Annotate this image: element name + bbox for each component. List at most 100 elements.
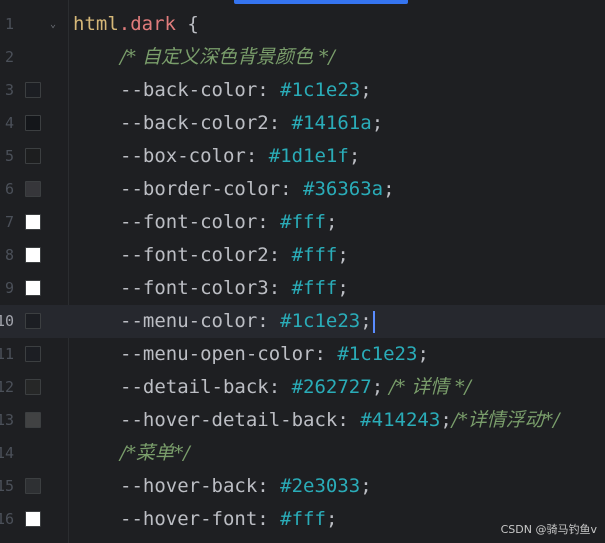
selector-class: dark: [130, 13, 176, 35]
code-line[interactable]: 11 --menu-open-color: #1c1e23;: [0, 338, 605, 371]
code-line[interactable]: 6 --border-color: #36363a;: [0, 173, 605, 206]
code-line[interactable]: 5 --box-color: #1d1e1f;: [0, 140, 605, 173]
code-line[interactable]: 15 --hover-back: #2e3033;: [0, 470, 605, 503]
css-value: #1d1e1f: [268, 145, 349, 167]
line-number: 4: [4, 114, 14, 132]
color-swatch-icon[interactable]: [25, 148, 41, 164]
code-line[interactable]: 10 --menu-color: #1c1e23;: [0, 305, 605, 338]
css-value: #fff: [291, 277, 338, 299]
css-property: --hover-detail-back: [120, 409, 338, 431]
code-editor[interactable]: 1 ⌄ html.dark {2/* 自定义深色背景颜色 */ 3 --back-col…: [0, 0, 605, 543]
color-swatch-icon[interactable]: [25, 280, 41, 296]
semicolon: ;: [371, 376, 384, 398]
line-number: 12: [0, 378, 14, 396]
line-number: 5: [4, 147, 14, 165]
css-property: --back-color: [120, 79, 258, 101]
colon: :: [314, 343, 338, 365]
color-swatch-icon[interactable]: [25, 115, 41, 131]
color-swatch-icon[interactable]: [25, 313, 41, 329]
code-line[interactable]: 9 --font-color3: #fff;: [0, 272, 605, 305]
css-value: #14161a: [291, 112, 372, 134]
line-number: 15: [0, 477, 14, 495]
css-property: --border-color: [120, 178, 281, 200]
semicolon: ;: [360, 475, 372, 497]
colon: :: [268, 376, 292, 398]
code-line[interactable]: 3 --back-color: #1c1e23;: [0, 74, 605, 107]
css-value: #fff: [280, 508, 326, 530]
colon: :: [268, 112, 292, 134]
code-text[interactable]: --box-color: #1d1e1f;: [73, 140, 360, 173]
color-swatch-icon[interactable]: [25, 181, 41, 197]
colon: :: [257, 508, 281, 530]
color-swatch-icon[interactable]: [25, 247, 41, 263]
line-number: 3: [4, 81, 14, 99]
css-value: #414243: [360, 409, 441, 431]
code-line[interactable]: 14 /*菜单*/: [0, 437, 605, 470]
semicolon: ;: [325, 211, 338, 233]
line-number: 11: [0, 345, 14, 363]
color-swatch-icon[interactable]: [25, 82, 41, 98]
semicolon: ;: [371, 112, 384, 134]
code-text[interactable]: --menu-open-color: #1c1e23;: [73, 338, 429, 371]
color-swatch-icon[interactable]: [25, 511, 41, 527]
code-text[interactable]: --back-color2: #14161a;: [73, 107, 383, 140]
code-text[interactable]: --detail-back: #262727; /* 详情 */: [73, 371, 471, 404]
css-property: --font-color: [120, 211, 258, 233]
color-swatch-icon[interactable]: [25, 412, 41, 428]
color-swatch-icon[interactable]: [25, 346, 41, 362]
css-value: #1c1e23: [337, 343, 418, 365]
line-number: 7: [4, 213, 14, 231]
code-comment: /*菜单*/: [120, 442, 190, 464]
css-value: #1c1e23: [280, 79, 361, 101]
semicolon: ;: [325, 508, 338, 530]
code-line[interactable]: 4 --back-color2: #14161a;: [0, 107, 605, 140]
code-text[interactable]: /*菜单*/: [73, 437, 190, 470]
code-text[interactable]: --hover-font: #fff;: [73, 503, 337, 536]
code-text[interactable]: --font-color3: #fff;: [73, 272, 349, 305]
line-number: 10: [0, 312, 14, 330]
code-line[interactable]: 1 ⌄ html.dark {: [0, 8, 605, 41]
css-value: #fff: [291, 244, 338, 266]
css-property: --font-color2: [120, 244, 269, 266]
line-number: 6: [4, 180, 14, 198]
line-number: 14: [0, 444, 14, 462]
code-text[interactable]: /* 自定义深色背景颜色 */: [73, 41, 335, 74]
code-text[interactable]: --hover-detail-back: #414243;/*详情浮动*/: [73, 404, 560, 437]
code-comment: /* 自定义深色背景颜色 */: [120, 46, 335, 68]
line-number: 16: [0, 510, 14, 528]
fold-chevron-icon[interactable]: ⌄: [50, 20, 59, 30]
css-property: --box-color: [120, 145, 246, 167]
code-line[interactable]: 12 --detail-back: #262727; /* 详情 */: [0, 371, 605, 404]
code-text[interactable]: --font-color: #fff;: [73, 206, 337, 239]
code-comment: /*详情浮动*/: [451, 409, 560, 431]
css-value: #262727: [291, 376, 372, 398]
code-line[interactable]: 7 --font-color: #fff;: [0, 206, 605, 239]
semicolon: ;: [337, 244, 349, 266]
code-line[interactable]: 13 --hover-detail-back: #414243;/*详情浮动*/: [0, 404, 605, 437]
code-text[interactable]: --menu-color: #1c1e23;: [73, 305, 375, 338]
semicolon: ;: [440, 409, 452, 431]
colon: :: [268, 244, 292, 266]
line-number: 9: [4, 279, 14, 297]
color-swatch-icon[interactable]: [25, 214, 41, 230]
css-property: --hover-font: [120, 508, 258, 530]
css-property: --font-color3: [120, 277, 269, 299]
colon: :: [257, 475, 281, 497]
code-text[interactable]: --font-color2: #fff;: [73, 239, 349, 272]
color-swatch-icon[interactable]: [25, 478, 41, 494]
colon: :: [257, 211, 281, 233]
code-line[interactable]: 2 /* 自定义深色背景颜色 */: [0, 41, 605, 74]
css-property: --detail-back: [120, 376, 269, 398]
css-property: --hover-back: [120, 475, 258, 497]
css-property: --menu-color: [120, 310, 258, 332]
color-swatch-icon[interactable]: [25, 379, 41, 395]
semicolon: ;: [360, 79, 372, 101]
code-text[interactable]: html.dark {: [73, 8, 199, 41]
code-comment: /* 详情 */: [383, 376, 472, 398]
code-text[interactable]: --back-color: #1c1e23;: [73, 74, 372, 107]
line-number: 1: [4, 15, 14, 33]
code-line[interactable]: 8 --font-color2: #fff;: [0, 239, 605, 272]
selector-tag: html: [73, 13, 119, 35]
code-text[interactable]: --border-color: #36363a;: [73, 173, 395, 206]
code-text[interactable]: --hover-back: #2e3033;: [73, 470, 372, 503]
